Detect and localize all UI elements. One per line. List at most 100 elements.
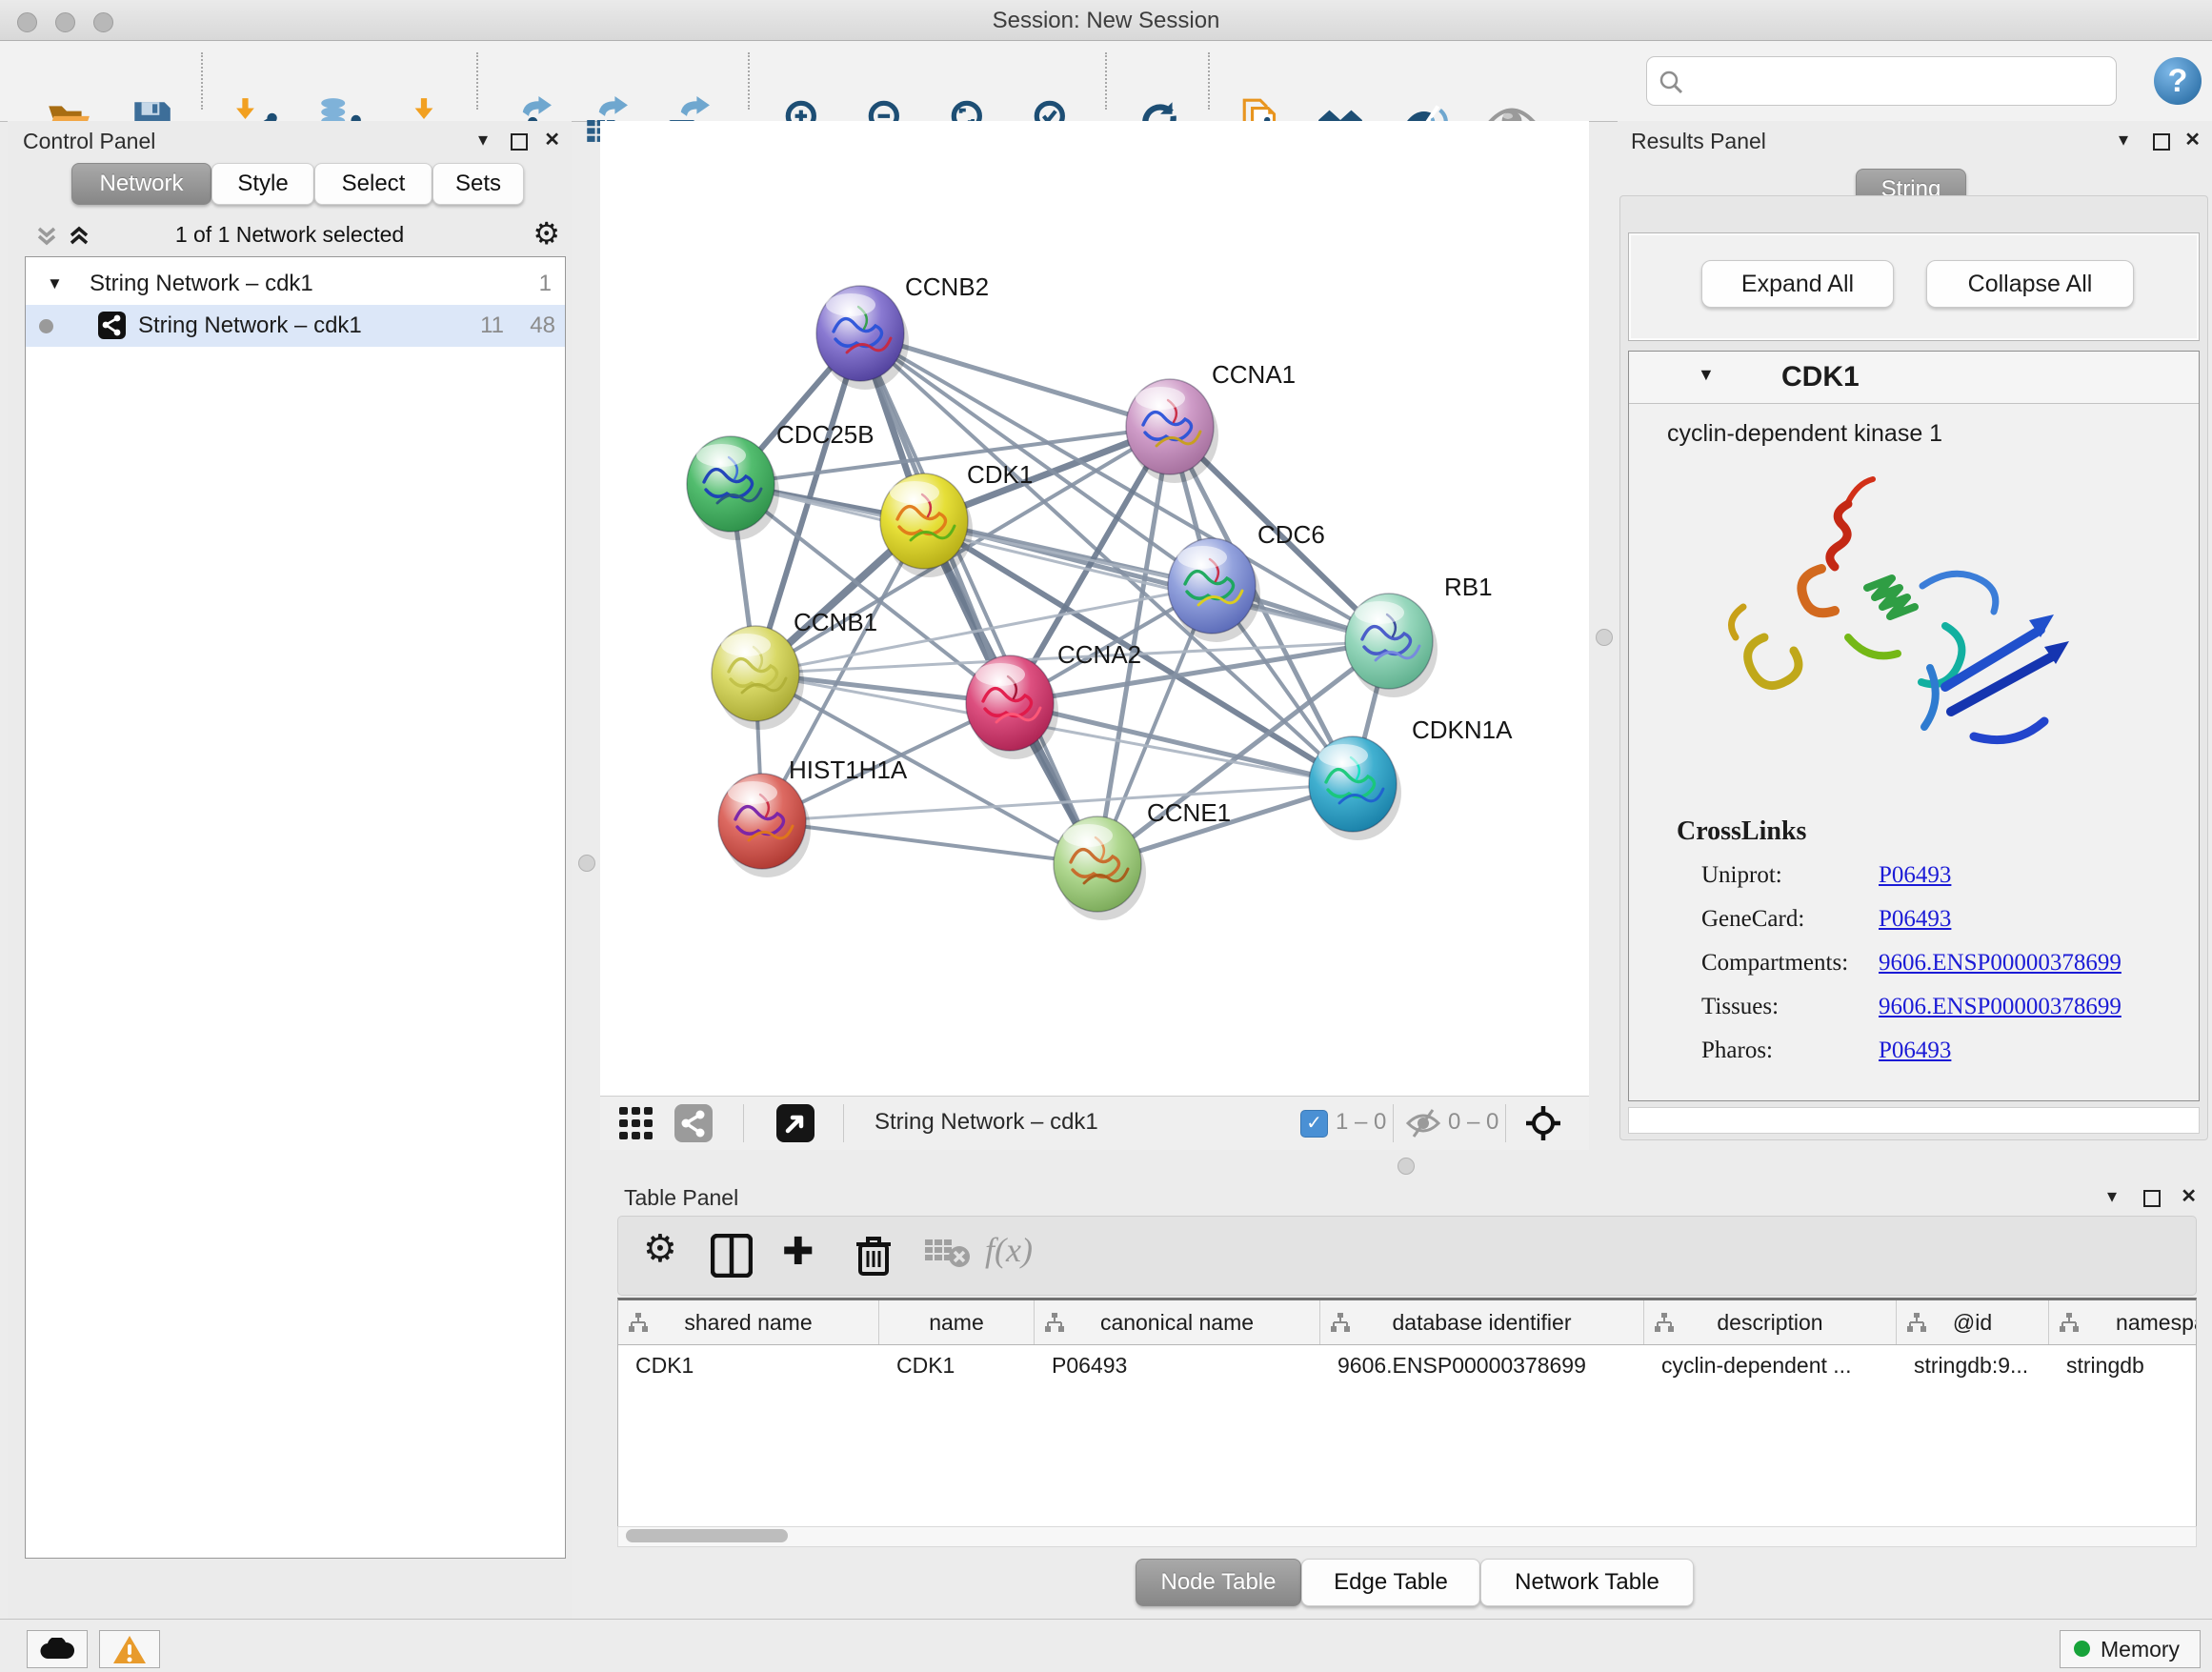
- panel-menu-icon[interactable]: ▾: [2107, 1187, 2117, 1206]
- birds-eye-view-icon[interactable]: [776, 1104, 814, 1142]
- graph-node-CDK1[interactable]: [880, 473, 973, 577]
- graph-node-CCNA2[interactable]: [966, 655, 1058, 759]
- graph-node-label-CDC25B: CDC25B: [776, 420, 875, 449]
- graph-edge-CCNB2-CCNE1[interactable]: [860, 333, 1097, 864]
- network-row-selected[interactable]: String Network – cdk1 11 48: [26, 305, 565, 347]
- function-builder-icon[interactable]: f(x): [985, 1230, 1033, 1270]
- crosslink-row: Pharos:P06493: [1629, 1030, 2199, 1074]
- tab-style[interactable]: Style: [211, 163, 314, 205]
- cloud-button[interactable]: [27, 1630, 88, 1668]
- graph-node-CCNA1[interactable]: [1126, 379, 1218, 483]
- panel-float-icon[interactable]: [2143, 1190, 2161, 1207]
- column-header-database-identifier[interactable]: database identifier: [1320, 1300, 1644, 1344]
- results-panel: Results Panel ▾ ✕ String Expand All Coll…: [1618, 121, 2212, 1149]
- column-header--id[interactable]: @id: [1897, 1300, 2049, 1344]
- table-row[interactable]: CDK1CDK1P064939606.ENSP00000378699cyclin…: [618, 1344, 2197, 1386]
- warnings-button[interactable]: [99, 1630, 160, 1668]
- column-header-shared-name[interactable]: shared name: [618, 1300, 879, 1344]
- table-hscrollbar-thumb[interactable]: [626, 1529, 788, 1542]
- network-graph[interactable]: CCNB2CCNA1CDC25BCDK1CDC6RB1CCNB1CCNA2CDK…: [600, 121, 1589, 1096]
- grid-view-icon[interactable]: [619, 1107, 654, 1144]
- search-icon: [1657, 68, 1685, 96]
- expand-all-button[interactable]: Expand All: [1701, 260, 1894, 308]
- crosslink-value-link[interactable]: P06493: [1879, 906, 1951, 933]
- left-splitter-handle[interactable]: [578, 855, 595, 872]
- graph-node-CCNB2[interactable]: [816, 286, 909, 390]
- table-hscrollbar[interactable]: [617, 1526, 2197, 1547]
- crosslink-value-link[interactable]: P06493: [1879, 1037, 1951, 1064]
- delete-column-trash-icon[interactable]: [854, 1234, 897, 1278]
- add-column-icon[interactable]: ✚: [782, 1230, 814, 1274]
- crosslink-row: Compartments:9606.ENSP00000378699: [1629, 942, 2199, 986]
- panel-float-icon[interactable]: [2153, 133, 2170, 151]
- graph-node-RB1[interactable]: [1345, 594, 1438, 697]
- panel-menu-icon[interactable]: ▾: [2119, 131, 2128, 150]
- graph-edge-CCNA2-CDKN1A[interactable]: [1010, 703, 1353, 784]
- tab-network[interactable]: Network: [71, 163, 211, 205]
- search-input[interactable]: [1691, 63, 2104, 99]
- graph-edge-CCNE1-HIST1H1A[interactable]: [762, 821, 1097, 864]
- crosslink-value-link[interactable]: 9606.ENSP00000378699: [1879, 994, 2122, 1020]
- help-icon[interactable]: ?: [2154, 57, 2202, 105]
- column-header-namespace[interactable]: namespace: [2049, 1300, 2197, 1344]
- column-namespace-icon: [1044, 1313, 1065, 1332]
- table-options-gear-icon[interactable]: ⚙: [643, 1234, 677, 1264]
- column-header-name[interactable]: name: [879, 1300, 1035, 1344]
- hidden-eye-icon: [1405, 1108, 1441, 1143]
- crosslink-value-link[interactable]: P06493: [1879, 862, 1951, 889]
- panel-close-icon[interactable]: ✕: [2181, 1187, 2197, 1206]
- graph-node-label-CCNA2: CCNA2: [1057, 640, 1141, 669]
- table-panel-title: Table Panel: [624, 1185, 738, 1211]
- tab-select[interactable]: Select: [314, 163, 432, 205]
- column-header-canonical-name[interactable]: canonical name: [1035, 1300, 1320, 1344]
- panel-float-icon[interactable]: [511, 133, 528, 151]
- column-header-label: namespace: [2116, 1310, 2197, 1336]
- tab-node-table[interactable]: Node Table: [1136, 1559, 1301, 1606]
- table-cell: stringdb:9...: [1897, 1344, 2049, 1386]
- column-namespace-icon: [2059, 1313, 2080, 1332]
- delete-table-icon[interactable]: [925, 1234, 969, 1278]
- right-splitter-handle[interactable]: [1596, 629, 1613, 646]
- crosslinks-list: Uniprot:P06493GeneCard:P06493Compartment…: [1629, 855, 2199, 1074]
- tab-edge-table[interactable]: Edge Table: [1301, 1559, 1480, 1606]
- column-header-description[interactable]: description: [1644, 1300, 1897, 1344]
- network-share-view-icon[interactable]: [674, 1104, 713, 1142]
- panel-close-icon[interactable]: ✕: [2184, 131, 2201, 150]
- results-scrollbar-track[interactable]: [1628, 1107, 2200, 1134]
- network-collection-row[interactable]: ▼ String Network – cdk1 1: [26, 263, 565, 305]
- tab-network-table[interactable]: Network Table: [1480, 1559, 1694, 1606]
- selected-checkbox-icon[interactable]: ✓: [1300, 1110, 1328, 1138]
- graph-node-CDKN1A[interactable]: [1309, 736, 1401, 840]
- crosslink-value-link[interactable]: 9606.ENSP00000378699: [1879, 950, 2122, 977]
- column-header-label: @id: [1953, 1310, 1992, 1336]
- graph-node-label-CCNA1: CCNA1: [1212, 360, 1296, 389]
- memory-button[interactable]: Memory: [2060, 1630, 2201, 1668]
- tree-expanded-icon[interactable]: ▼: [47, 274, 63, 293]
- protein-accordion-header[interactable]: ▼ CDK1: [1629, 352, 2199, 404]
- panel-close-icon[interactable]: ✕: [544, 131, 560, 150]
- graph-node-CDC25B[interactable]: [687, 436, 779, 540]
- graph-node-label-HIST1H1A: HIST1H1A: [789, 755, 908, 784]
- show-columns-icon[interactable]: [711, 1234, 754, 1278]
- graph-node-CCNE1[interactable]: [1054, 816, 1146, 920]
- separator: [1505, 1104, 1506, 1142]
- collapse-all-button[interactable]: Collapse All: [1926, 260, 2134, 308]
- tab-sets[interactable]: Sets: [432, 163, 524, 205]
- network-view-title: String Network – cdk1: [875, 1109, 1098, 1136]
- separator: [743, 1104, 744, 1142]
- expand-collapse-box: Expand All Collapse All: [1628, 232, 2200, 341]
- network-options-gear-icon[interactable]: ⚙: [533, 218, 560, 249]
- column-header-label: database identifier: [1393, 1310, 1572, 1336]
- network-collection-label: String Network – cdk1: [90, 271, 313, 297]
- table-cell: 9606.ENSP00000378699: [1320, 1344, 1644, 1386]
- graph-node-HIST1H1A[interactable]: [718, 774, 811, 877]
- separator: [843, 1104, 844, 1142]
- crosslink-label: Uniprot:: [1701, 862, 1782, 889]
- fit-content-crosshair-icon[interactable]: [1524, 1104, 1562, 1147]
- table-panel: Table Panel ▾ ✕ ⚙ ✚ f(x) shared namename…: [600, 1181, 2212, 1618]
- panel-menu-icon[interactable]: ▾: [478, 131, 488, 150]
- network-view-panel: CCNB2CCNA1CDC25BCDK1CDC6RB1CCNB1CCNA2CDK…: [600, 121, 1589, 1149]
- graph-node-label-CDK1: CDK1: [967, 460, 1033, 489]
- separator: [1393, 1104, 1394, 1142]
- bottom-splitter-handle[interactable]: [1398, 1158, 1415, 1175]
